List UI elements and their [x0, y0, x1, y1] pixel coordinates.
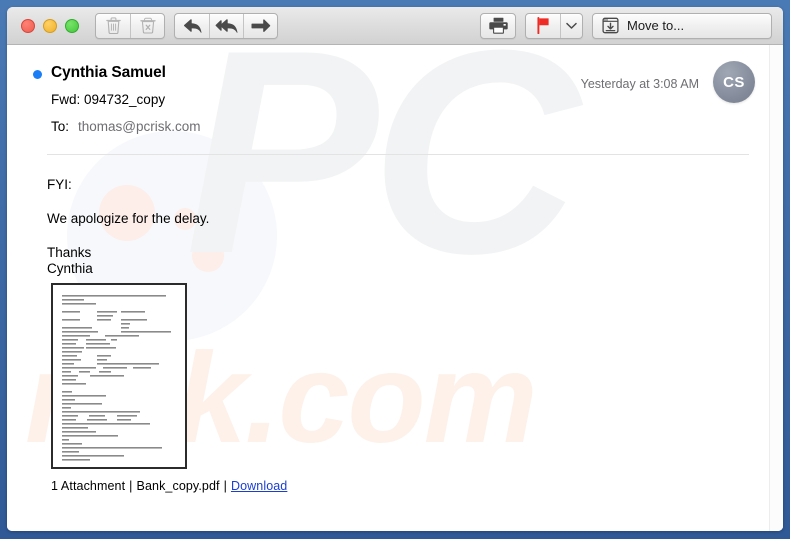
print-button[interactable]	[481, 14, 515, 38]
trash-icon	[105, 17, 121, 34]
message-timestamp: Yesterday at 3:08 AM	[580, 77, 699, 91]
reply-arrow-icon	[183, 18, 202, 34]
junk-trash-icon	[139, 17, 156, 34]
reply-all-arrow-icon	[215, 18, 238, 34]
maximize-window-button[interactable]	[65, 18, 79, 33]
message-body: FYI: We apologize for the delay. Thanks …	[7, 155, 783, 277]
reply-all-button[interactable]	[209, 13, 243, 38]
toolbar: Move to...	[7, 7, 783, 45]
attachment-caption: 1 Attachment | Bank_copy.pdf | Download	[51, 479, 783, 493]
flag-icon	[536, 17, 551, 34]
body-line-2: We apologize for the delay.	[47, 211, 210, 226]
message-header: Yesterday at 3:08 AM CS Cynthia Samuel F…	[7, 45, 783, 136]
attachment-count: 1 Attachment	[51, 479, 126, 493]
body-line-3: Thanks	[47, 245, 92, 260]
minimize-window-button[interactable]	[43, 18, 57, 33]
recipient-address[interactable]: thomas@pcrisk.com	[78, 118, 200, 136]
attachment-block: 1 Attachment | Bank_copy.pdf | Download	[7, 277, 783, 493]
move-to-label: Move to...	[627, 18, 685, 33]
document-preview-icon	[62, 295, 171, 461]
flag-options-button[interactable]	[560, 13, 582, 38]
forward-button[interactable]	[243, 13, 277, 38]
junk-button[interactable]	[130, 13, 164, 38]
mail-window: Move to... PC risk.com Yesterday at 3:08…	[7, 7, 783, 531]
recipient-label: To:	[51, 119, 70, 134]
body-line-1: FYI:	[47, 177, 72, 192]
unread-indicator-icon[interactable]	[33, 70, 42, 79]
body-line-4: Cynthia	[47, 261, 93, 276]
print-button-group	[480, 12, 516, 39]
attachment-filename: Bank_copy.pdf	[136, 479, 220, 493]
chevron-down-icon	[566, 22, 577, 30]
avatar[interactable]: CS	[713, 61, 755, 103]
attachment-separator-1: |	[129, 479, 133, 493]
reply-button[interactable]	[175, 14, 209, 38]
move-to-button-group: Move to...	[592, 12, 772, 39]
close-window-button[interactable]	[21, 18, 35, 33]
forward-arrow-icon	[251, 18, 271, 34]
traffic-lights	[21, 18, 79, 33]
archive-inbox-icon	[602, 17, 619, 34]
sender-name: Cynthia Samuel	[51, 64, 166, 81]
flag-button-group	[525, 12, 583, 39]
body-signature: Thanks Cynthia	[47, 245, 755, 277]
delete-junk-button-group	[95, 12, 165, 39]
window-frame: Move to... PC risk.com Yesterday at 3:08…	[0, 0, 790, 539]
flag-button[interactable]	[526, 14, 560, 38]
vertical-scrollbar[interactable]	[769, 45, 783, 531]
attachment-thumbnail[interactable]	[51, 283, 187, 469]
recipient-row: To: thomas@pcrisk.com	[51, 118, 755, 136]
reply-forward-button-group	[174, 12, 278, 39]
attachment-separator-2: |	[223, 479, 227, 493]
message-header-right: Yesterday at 3:08 AM CS	[581, 61, 755, 103]
message-content: Yesterday at 3:08 AM CS Cynthia Samuel F…	[7, 45, 783, 493]
delete-button[interactable]	[96, 14, 130, 38]
move-to-button[interactable]: Move to...	[593, 14, 771, 38]
download-link[interactable]: Download	[231, 479, 287, 493]
printer-icon	[488, 17, 508, 34]
message-view: PC risk.com Yesterday at 3:08 AM CS Cynt…	[7, 45, 783, 531]
